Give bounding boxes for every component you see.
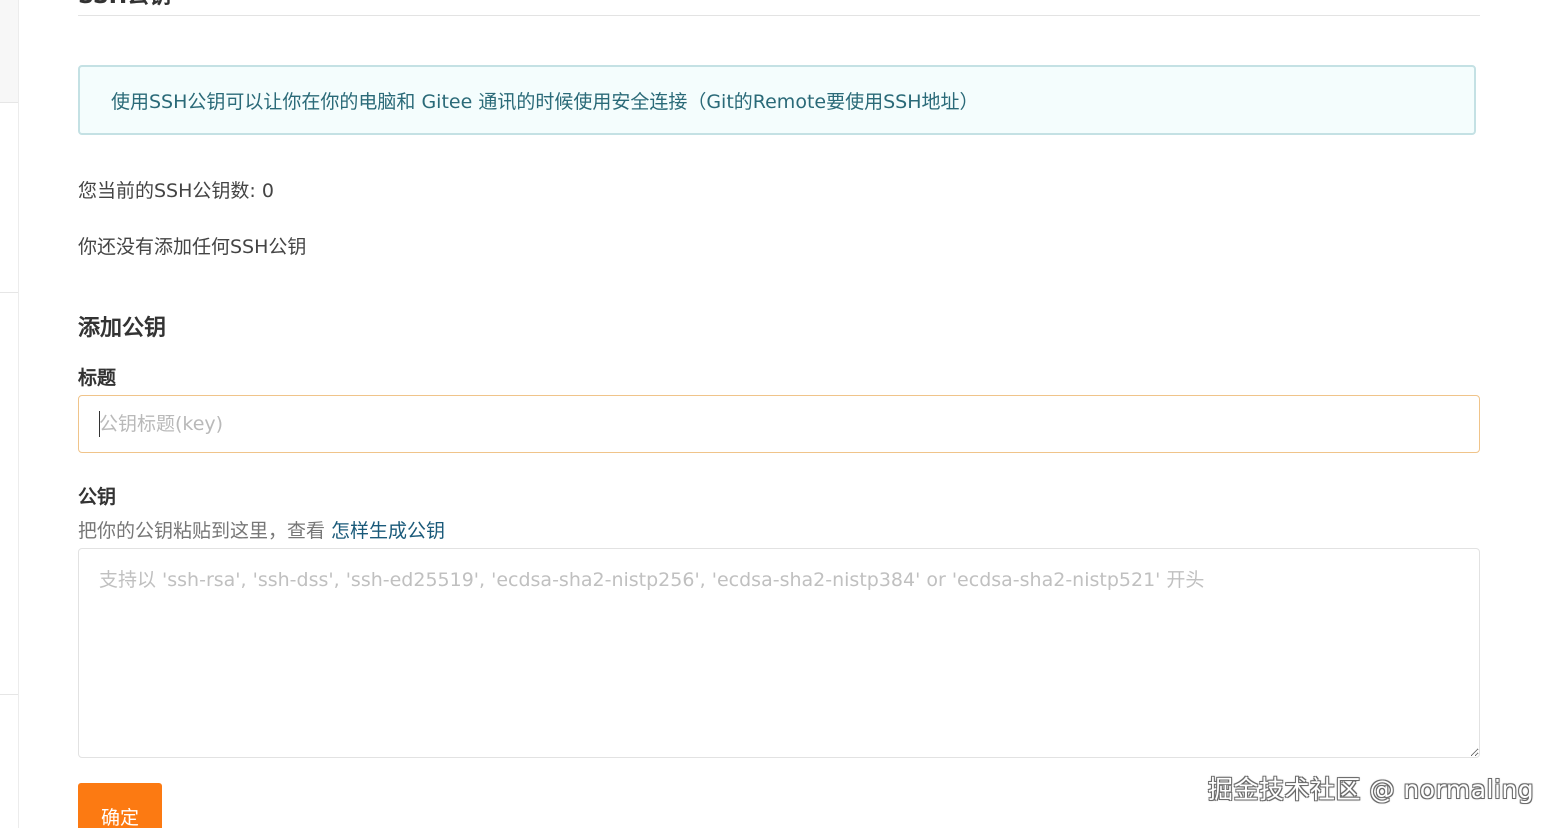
key-hint: 把你的公钥粘贴到这里，查看 怎样生成公钥 [78, 516, 445, 543]
watermark: 掘金技术社区 @ normaling [1208, 775, 1535, 804]
info-message: 使用SSH公钥可以让你在你的电脑和 Gitee 通讯的时候使用安全连接（Git的… [111, 90, 979, 113]
title-divider [78, 15, 1480, 16]
how-to-generate-key-link[interactable]: 怎样生成公钥 [331, 520, 445, 542]
sidebar-edge [0, 0, 19, 828]
key-field-label: 公钥 [78, 486, 117, 508]
key-count-text: 您当前的SSH公钥数: 0 [78, 180, 274, 202]
key-hint-text: 把你的公钥粘贴到这里，查看 [78, 520, 332, 542]
ssh-keys-page: SSH公钥 使用SSH公钥可以让你在你的电脑和 Gitee 通讯的时候使用安全连… [0, 0, 1541, 828]
empty-state-text: 你还没有添加任何SSH公钥 [78, 236, 307, 258]
add-key-heading: 添加公钥 [78, 316, 167, 341]
title-field-label: 标题 [78, 367, 117, 389]
key-title-input[interactable] [78, 395, 1480, 453]
sidebar-divider [0, 292, 18, 293]
confirm-button[interactable]: 确定 [78, 783, 162, 828]
page-title: SSH公钥 [78, 0, 171, 10]
text-caret [99, 411, 100, 437]
sidebar-divider [0, 102, 18, 103]
sidebar-segment [0, 0, 18, 102]
public-key-textarea[interactable] [78, 548, 1480, 758]
sidebar-divider [0, 694, 18, 695]
info-banner: 使用SSH公钥可以让你在你的电脑和 Gitee 通讯的时候使用安全连接（Git的… [78, 65, 1476, 135]
